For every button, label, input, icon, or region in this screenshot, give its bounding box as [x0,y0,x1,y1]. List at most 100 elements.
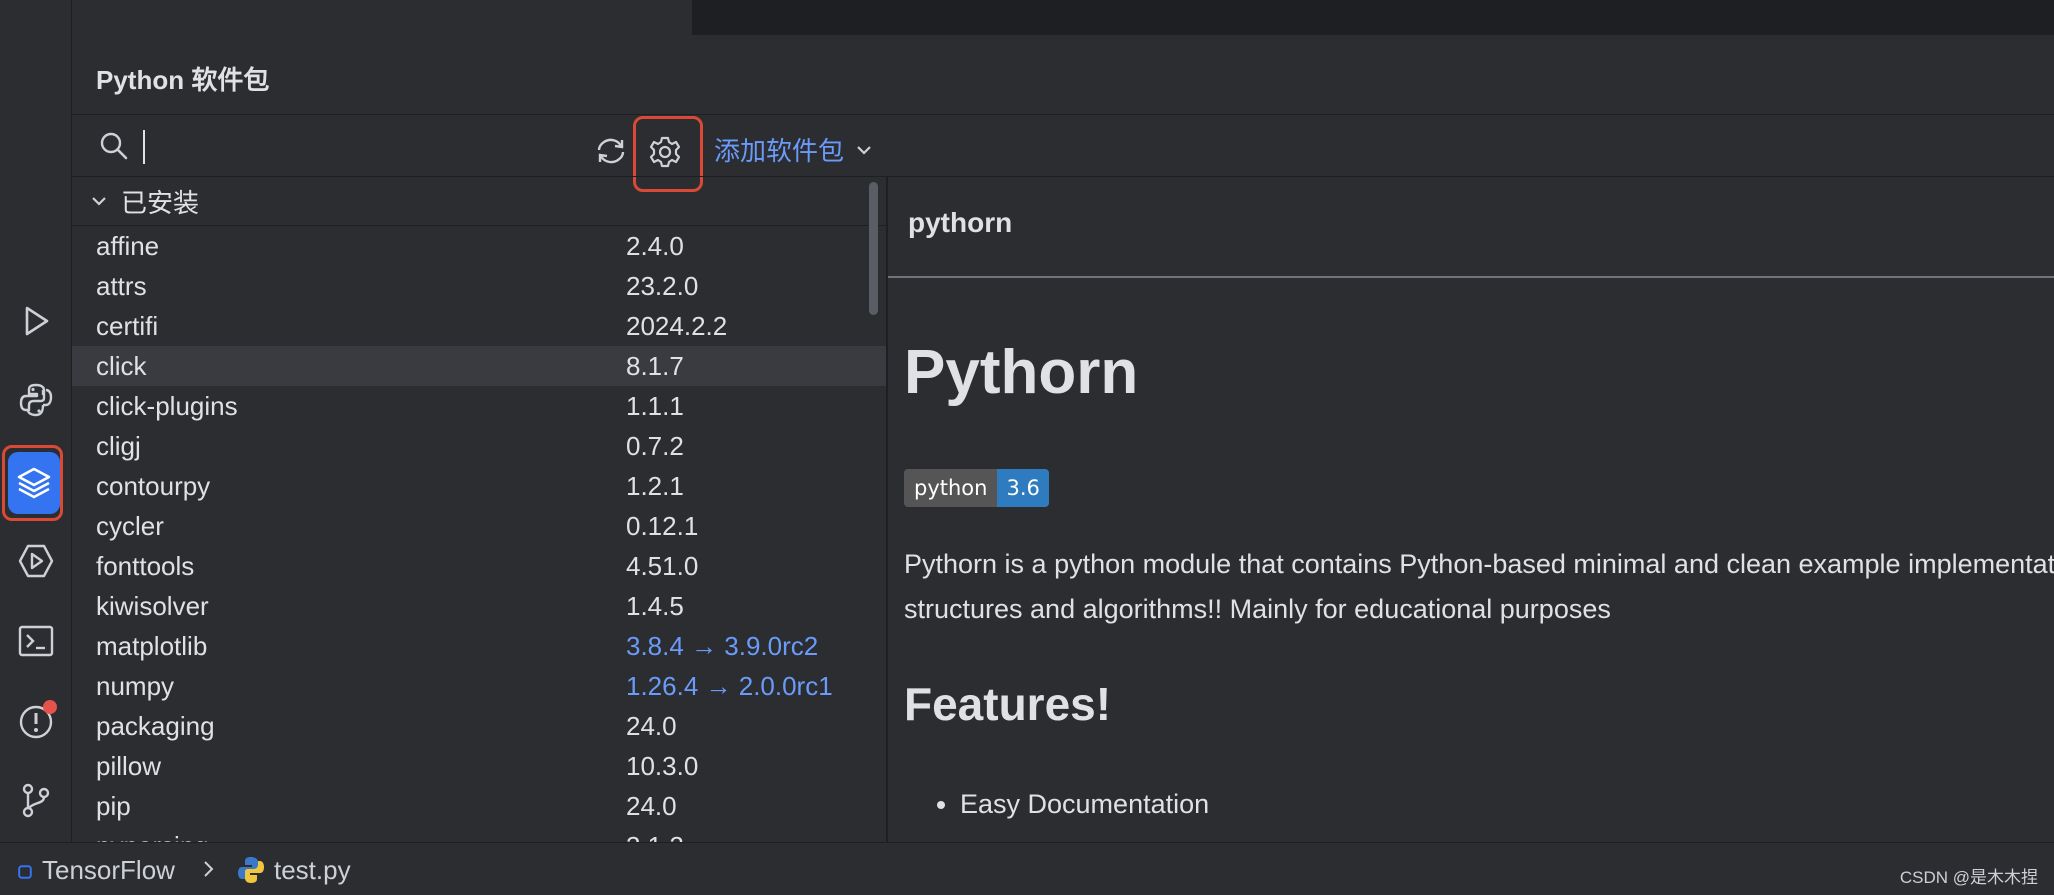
add-package-dropdown[interactable]: 添加软件包 [714,131,874,168]
package-name: certifi [96,311,159,341]
services-icon [18,544,54,578]
terminal-icon [18,625,54,657]
python-icon [19,383,53,417]
package-name: pyparsing [96,831,209,842]
layers-icon [17,467,51,499]
package-row[interactable]: click 8.1.7 [72,346,886,386]
package-name: affine [96,231,160,261]
package-row[interactable]: kiwisolver 1.4.5 [72,586,886,626]
package-row[interactable]: matplotlib 3.8.4 → 3.9.0rc2 [72,626,886,666]
installed-group-header[interactable]: 已安装 [72,177,886,226]
python-console-tool-button[interactable] [8,372,64,428]
package-version: 1.4.5 [626,591,684,621]
sync-icon [597,138,625,164]
chevron-down-icon [92,197,106,206]
package-name: pillow [96,751,162,781]
package-name: pip [96,791,131,821]
package-name: click-plugins [96,391,238,421]
package-name: kiwisolver [96,591,209,621]
package-row[interactable]: certifi 2024.2.2 [72,306,886,346]
search-input[interactable] [140,128,584,168]
package-version: 1.2.1 [626,471,684,501]
package-version: 3.1.2 [626,831,684,842]
package-version: 2.4.0 [626,231,684,261]
package-row[interactable]: numpy 1.26.4 → 2.0.0rc1 [72,666,886,706]
package-upgrade-link[interactable]: 3.8.4 → 3.9.0rc2 [626,631,818,662]
python-packages-tool-button[interactable] [8,452,60,514]
chevron-right-icon [200,859,218,879]
features-heading: Features! [904,678,1112,730]
package-version: 2024.2.2 [626,311,728,341]
readme-title: Pythorn [904,338,1139,407]
package-name: click [96,351,147,381]
package-detail-pane: pythorn Pythorn python 3.6 Pythorn is a … [888,177,2054,842]
package-version: 4.51.0 [626,551,699,581]
package-version: 0.7.2 [626,431,684,461]
package-version: 8.1.7 [626,351,684,381]
package-list-pane: 已安装 affine 2.4.0 attrs 23.2.0 certifi 2024.2.… [72,177,886,842]
package-name: contourpy [96,471,211,501]
package-row[interactable]: click-plugins 1.1.1 [72,386,886,426]
package-version: 24.0 [626,791,677,821]
package-upgrade-link[interactable]: 1.26.4 → 2.0.0rc1 [626,671,833,702]
feature-list: Easy Documentation [904,789,1209,820]
package-row[interactable]: cligj 0.7.2 [72,426,886,466]
chevron-down-icon [857,145,871,155]
search-icon [98,130,130,162]
installed-group-label: 已安装 [121,187,200,218]
project-icon [18,865,32,879]
tool-window-tab-area [72,0,692,35]
services-tool-button[interactable] [8,533,64,589]
text-caret [143,130,145,164]
run-icon [25,306,49,336]
run-tool-button[interactable] [8,293,64,349]
package-name: matplotlib [96,631,208,661]
detail-package-name: pythorn [908,207,1013,238]
terminal-tool-button[interactable] [8,613,64,669]
package-version: 24.0 [626,711,677,741]
git-branch-icon [22,783,50,818]
package-row[interactable]: pip 24.0 [72,786,886,826]
package-row[interactable]: contourpy 1.2.1 [72,466,886,506]
add-package-label: 添加软件包 [714,136,845,166]
package-name: fonttools [96,551,195,581]
watermark-text: CSDN @是木木捏 [1899,868,2038,887]
package-version: 10.3.0 [626,751,699,781]
package-rows: affine 2.4.0 attrs 23.2.0 certifi 2024.2.2 cli… [72,226,886,842]
package-version: 1.1.1 [626,391,684,421]
package-name: cycler [96,511,164,541]
divider [888,276,2054,278]
badge-label: python [904,469,998,507]
git-tool-button[interactable] [8,772,64,828]
problems-tool-button[interactable] [8,693,64,749]
feature-item: Easy Documentation [960,789,1209,820]
package-name: numpy [96,671,175,701]
package-name: cligj [96,431,141,461]
package-row[interactable]: affine 2.4.0 [72,226,886,266]
breadcrumb-file[interactable]: test.py [274,855,351,886]
list-scrollbar[interactable] [869,182,878,315]
package-row[interactable]: pillow 10.3.0 [72,746,886,786]
breadcrumb-project[interactable]: TensorFlow [42,855,175,886]
python-version-badge: python 3.6 [904,469,1049,507]
refresh-button[interactable] [594,134,628,168]
package-row[interactable]: packaging 24.0 [72,706,886,746]
settings-button[interactable] [648,135,682,169]
python-file-icon [236,855,266,885]
left-tool-bar [0,0,72,842]
readme-description: Pythorn is a python module that contains… [904,549,2054,624]
package-version: 23.2.0 [626,271,699,301]
package-name: packaging [96,711,215,741]
divider [72,114,2054,115]
package-row[interactable]: attrs 23.2.0 [72,266,886,306]
package-row[interactable]: fonttools 4.51.0 [72,546,886,586]
panel-title: Python 软件包 [96,65,270,95]
package-version: 0.12.1 [626,511,699,541]
status-bar: TensorFlow test.py CSDN @是木木捏 [0,842,2054,895]
package-row[interactable]: pyparsing 3.1.2 [72,826,886,842]
badge-value: 3.6 [997,469,1049,507]
package-row[interactable]: cycler 0.12.1 [72,506,886,546]
gear-icon [649,136,681,168]
package-name: attrs [96,271,147,301]
notification-dot [43,700,57,714]
